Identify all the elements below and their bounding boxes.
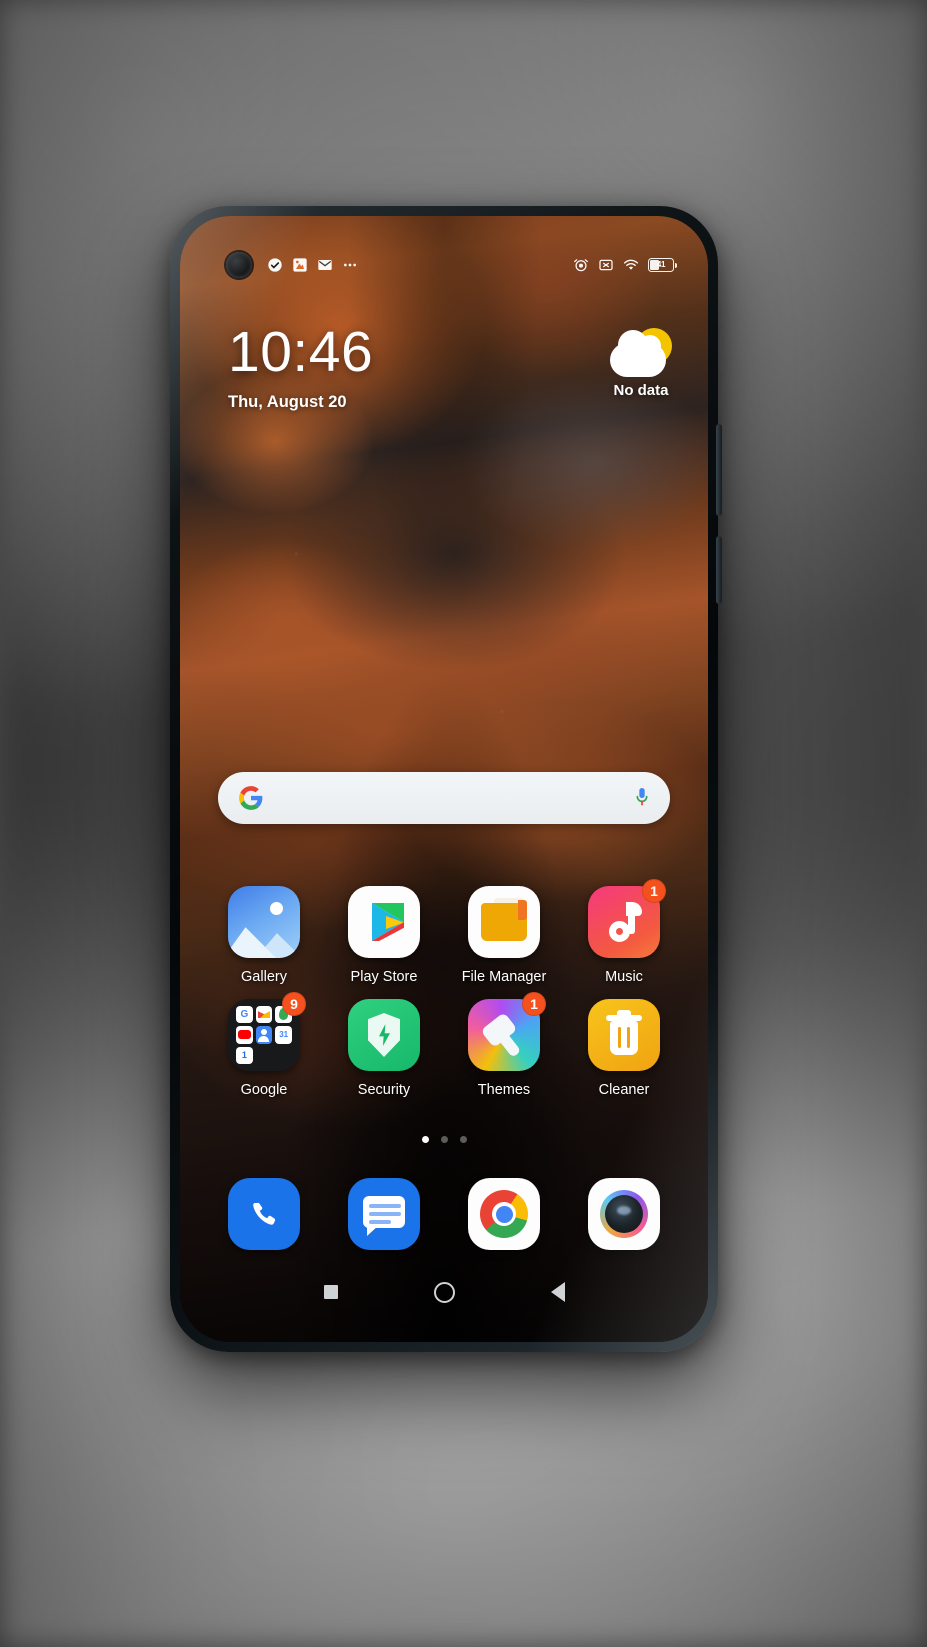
dock-item-camera[interactable] [564,1178,684,1250]
page-dot-active[interactable] [421,1136,429,1143]
app-label: Gallery [241,969,287,985]
power-button[interactable] [716,424,722,516]
messages-icon[interactable] [348,1178,420,1250]
phone-icon[interactable] [228,1178,300,1250]
mini-empty-slot [256,1047,273,1064]
page-dot[interactable] [440,1136,448,1143]
app-label: Music [605,969,643,985]
app-label: Play Store [350,969,418,985]
mini-empty-slot [275,1047,292,1064]
notification-badge: 9 [282,992,306,1016]
alarm-icon [574,259,588,272]
app-label: File Manager [461,969,547,985]
mini-calendar-icon: 31 [275,1026,292,1044]
status-bar: 41 [180,252,708,278]
weather-block[interactable]: No data [608,324,674,399]
clock-weather-widget[interactable]: 10:46 Thu, August 20 No data [228,324,674,412]
phone-device: 41 10:46 Thu, August 20 No data Gallery … [170,206,722,1352]
app-label: Security [357,1082,411,1098]
battery-icon: 41 [648,258,678,272]
google-g-icon [239,786,263,810]
mini-gmail-icon [255,1006,273,1024]
dock [204,1178,684,1250]
play-store-icon[interactable] [348,886,420,958]
google-search-bar[interactable] [218,772,670,824]
app-play-store[interactable]: Play Store [324,886,444,985]
gallery-icon[interactable] [228,886,300,958]
page-indicator[interactable] [180,1136,708,1143]
dock-item-phone[interactable] [204,1178,324,1250]
back-triangle-icon[interactable] [550,1282,565,1302]
chrome-icon[interactable] [468,1178,540,1250]
app-file-manager[interactable]: File Manager [444,886,564,985]
navigation-bar [180,1272,708,1312]
sun-behind-cloud-icon [608,328,674,378]
camera-icon[interactable] [588,1178,660,1250]
battery-level-text: 41 [656,260,666,269]
page-dot[interactable] [459,1136,467,1143]
more-dots-icon [344,263,356,267]
app-label: Google [240,1082,288,1098]
dock-item-chrome[interactable] [444,1178,564,1250]
clock-block[interactable]: 10:46 Thu, August 20 [228,324,373,412]
home-circle-icon[interactable] [433,1281,455,1303]
silent-mode-icon [599,259,613,271]
notification-badge: 1 [522,992,546,1016]
phone-screen[interactable]: 41 10:46 Thu, August 20 No data Gallery … [180,216,708,1342]
gmail-icon [318,260,332,270]
mini-google-icon: G [236,1006,253,1024]
app-google-folder[interactable]: G 31 1 9 Google [204,992,324,1098]
file-manager-icon[interactable] [468,886,540,958]
mini-youtube-icon [236,1026,253,1044]
volume-button[interactable] [716,536,722,604]
mini-contacts-icon [255,1026,273,1044]
clock-date: Thu, August 20 [228,393,347,411]
app-notification-icon [293,258,307,272]
app-gallery[interactable]: Gallery [204,886,324,985]
app-themes[interactable]: 1 Themes [444,992,564,1098]
wifi-icon [623,259,639,270]
notification-badge: 1 [642,879,666,903]
app-label: Themes [477,1082,531,1098]
app-row-1: Gallery Play Store File Manager 1 Music [204,879,684,985]
cleaner-trash-icon[interactable] [588,999,660,1071]
security-shield-icon[interactable] [348,999,420,1071]
check-circle-icon [268,258,282,272]
app-label: Cleaner [598,1082,650,1098]
app-security[interactable]: Security [324,999,444,1098]
app-row-2: G 31 1 9 Google Security 1 Themes Cleane… [204,992,684,1098]
weather-status-text: No data [613,382,669,399]
recents-square-icon[interactable] [323,1285,338,1299]
mini-one-icon: 1 [236,1046,253,1064]
app-music[interactable]: 1 Music [564,879,684,985]
app-grid: Gallery Play Store File Manager 1 Music … [204,879,684,1098]
microphone-icon[interactable] [634,785,650,811]
app-cleaner[interactable]: Cleaner [564,999,684,1098]
dock-item-messages[interactable] [324,1178,444,1250]
clock-time: 10:46 [228,320,374,384]
